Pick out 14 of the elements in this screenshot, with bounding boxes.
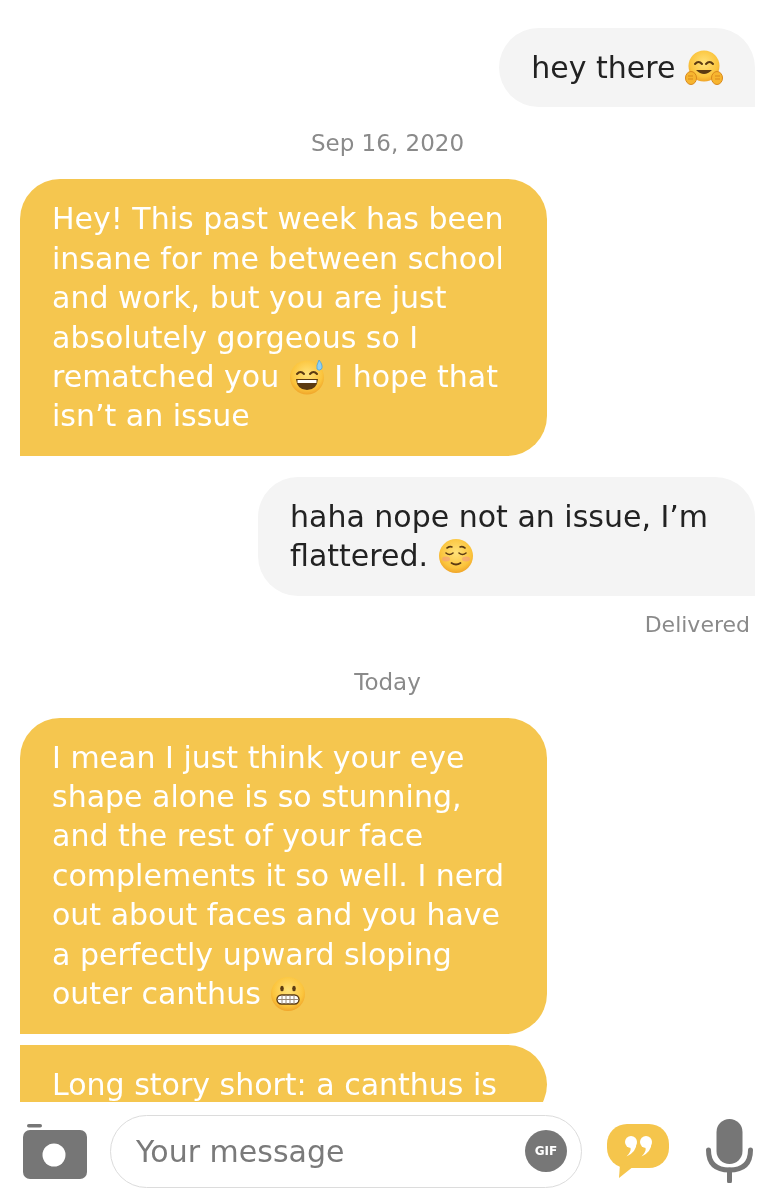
microphone-icon[interactable] — [706, 1119, 753, 1183]
grimacing-face-emoji-icon — [270, 976, 307, 1013]
date-label: Today — [354, 668, 421, 695]
smiling-face-emoji-icon — [437, 538, 474, 575]
message-text: haha nope not an issue, I’m flattered. — [290, 497, 710, 576]
camera-icon[interactable] — [23, 1123, 87, 1179]
date-label: Sep 16, 2020 — [310, 130, 465, 157]
delivery-status: Delivered — [644, 611, 750, 638]
hugging-face-emoji-icon — [685, 50, 723, 86]
message-text: I mean I just think your eye shape alone is so stunning, and the rest of your face complements it so well. I nerd out about faces and you have a perfectly upward sloping outer canthus — [52, 738, 506, 1014]
grinning-sweat-emoji-icon — [288, 359, 325, 396]
message-text: Long story short: a canthus is — [52, 1065, 498, 1102]
message-text: hey there — [531, 48, 723, 88]
message-text: Hey! This past week has been insane for me between school and work, but you are just absolutely gorgeous so I rematched you I hope that isn’t an issue — [52, 200, 505, 436]
